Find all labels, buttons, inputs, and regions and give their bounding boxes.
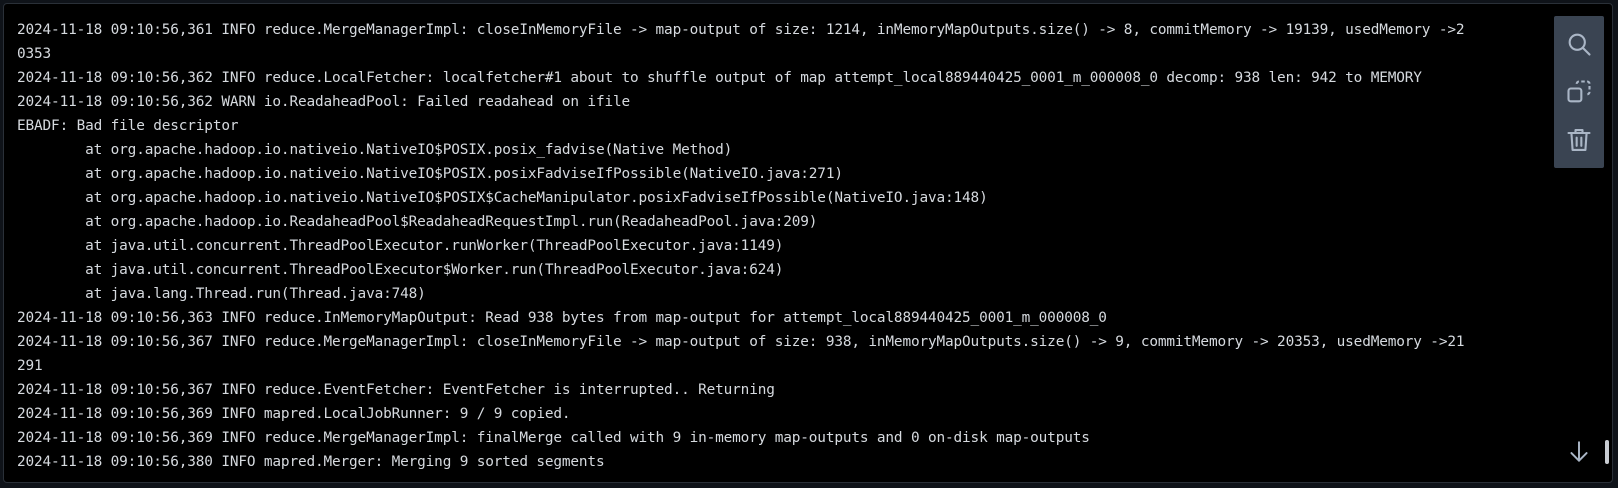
log-output[interactable]: 2024-11-18 09:10:56,361 INFO reduce.Merg… (4, 4, 1600, 482)
trash-icon (1567, 129, 1591, 151)
log-toolbar (1554, 16, 1604, 168)
log-line: 2024-11-18 09:10:56,380 INFO mapred.Merg… (17, 454, 605, 470)
arrow-down-icon (1570, 441, 1588, 462)
log-line: 2024-11-18 09:10:56,367 INFO reduce.Merg… (17, 334, 1465, 350)
log-line: at java.lang.Thread.run(Thread.java:748) (17, 286, 426, 302)
log-line: 2024-11-18 09:10:56,367 INFO reduce.Even… (17, 382, 775, 398)
copy-icon (1567, 80, 1591, 103)
log-line: 2024-11-18 09:10:56,369 INFO mapred.Loca… (17, 406, 571, 422)
log-line: 2024-11-18 09:10:56,363 INFO reduce.InMe… (17, 310, 1107, 326)
log-line: 2024-11-18 09:10:56,362 INFO reduce.Loca… (17, 70, 1422, 86)
scroll-to-bottom-button[interactable] (1559, 432, 1599, 472)
log-line: 2024-11-18 09:10:56,361 INFO reduce.Merg… (17, 22, 1465, 38)
search-icon (1568, 33, 1591, 56)
scrollbar-thumb[interactable] (1605, 440, 1609, 464)
log-line: at org.apache.hadoop.io.nativeio.NativeI… (17, 142, 733, 158)
log-line: 291 (17, 358, 43, 374)
search-button[interactable] (1559, 24, 1599, 64)
clear-button[interactable] (1559, 120, 1599, 160)
log-line: at org.apache.hadoop.io.ReadaheadPool$Re… (17, 214, 818, 230)
log-viewer: 2024-11-18 09:10:56,361 INFO reduce.Merg… (3, 3, 1613, 483)
log-line: at java.util.concurrent.ThreadPoolExecut… (17, 262, 784, 278)
log-line: 2024-11-18 09:10:56,362 WARN io.Readahea… (17, 94, 631, 110)
log-line: 2024-11-18 09:10:56,369 INFO reduce.Merg… (17, 430, 1090, 446)
log-line: EBADF: Bad file descriptor (17, 118, 239, 134)
log-line: 0353 (17, 46, 52, 62)
copy-button[interactable] (1559, 72, 1599, 112)
log-line: at org.apache.hadoop.io.nativeio.NativeI… (17, 190, 988, 206)
scrollbar[interactable] (1602, 4, 1612, 482)
log-line: at org.apache.hadoop.io.nativeio.NativeI… (17, 166, 843, 182)
log-line: at java.util.concurrent.ThreadPoolExecut… (17, 238, 784, 254)
